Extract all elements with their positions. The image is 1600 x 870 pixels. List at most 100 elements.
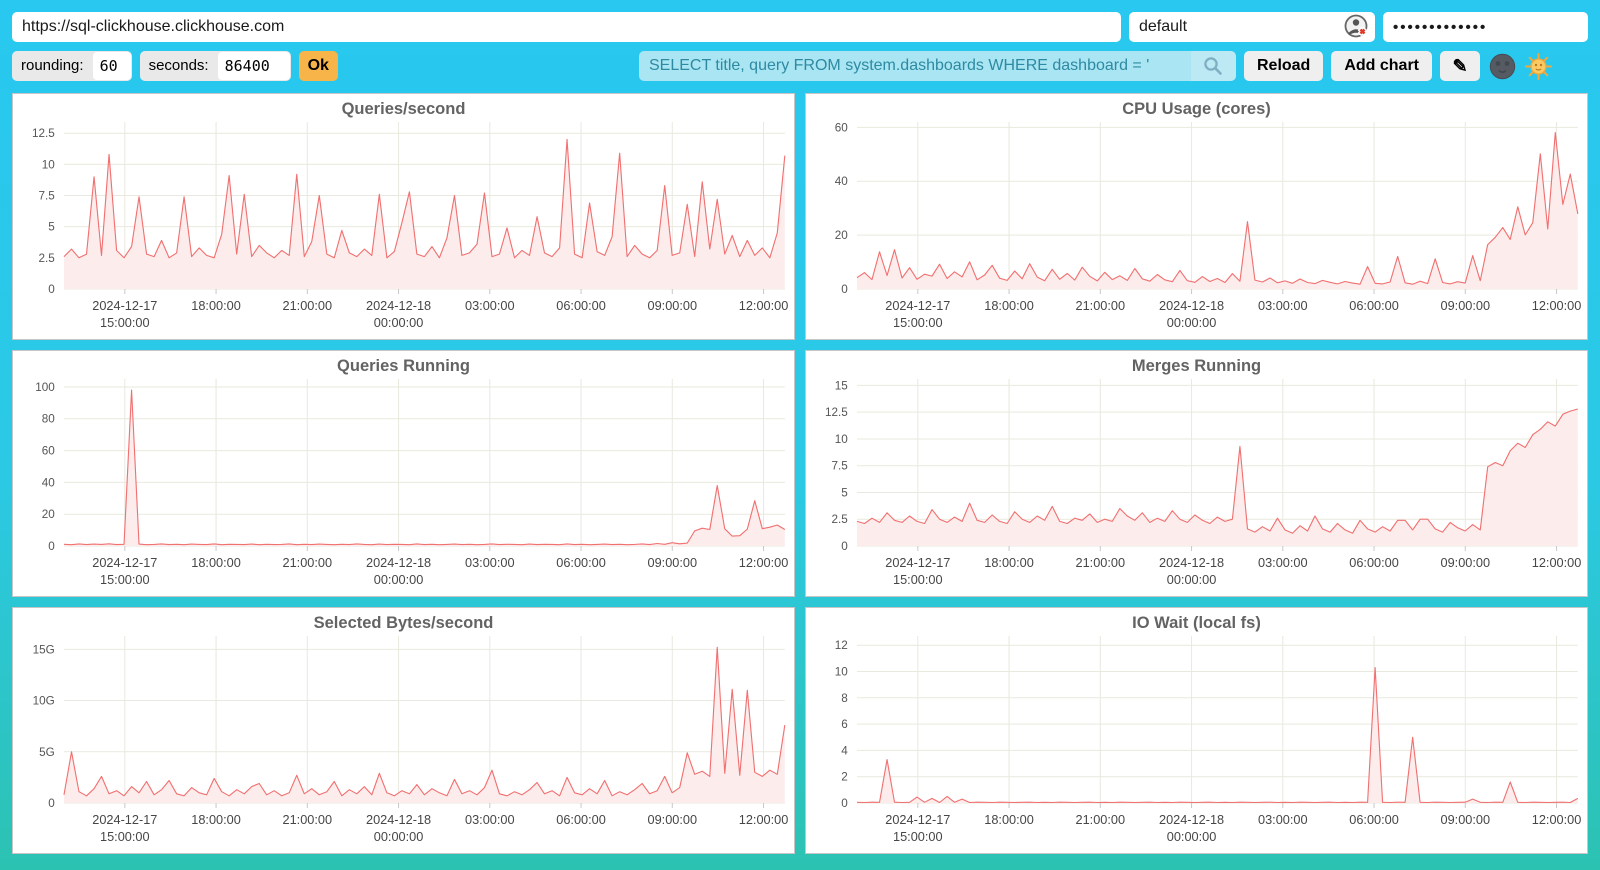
svg-text:2024-12-18: 2024-12-18 [366, 299, 431, 313]
chart-canvas[interactable]: 02.557.51012.52024-12-1715:00:0018:00:00… [13, 94, 794, 339]
svg-text:60: 60 [42, 445, 55, 458]
svg-text:0: 0 [48, 797, 55, 810]
chart-canvas[interactable]: 02.557.51012.5152024-12-1715:00:0018:00:… [806, 351, 1587, 596]
search-icon [1202, 55, 1224, 77]
chart-title: IO Wait (local fs) [806, 614, 1587, 633]
svg-text:7.5: 7.5 [39, 190, 55, 203]
seconds-label: seconds: [140, 51, 217, 81]
svg-text:4: 4 [841, 744, 848, 757]
svg-text:00:00:00: 00:00:00 [374, 573, 424, 587]
svg-text:15G: 15G [33, 643, 55, 656]
svg-text:10: 10 [835, 666, 848, 679]
seconds-field: seconds: [140, 51, 291, 81]
svg-text:15: 15 [835, 380, 848, 393]
svg-text:12: 12 [835, 639, 848, 652]
svg-text:15:00:00: 15:00:00 [893, 830, 943, 844]
server-url-input[interactable] [12, 12, 1121, 42]
svg-text:2024-12-17: 2024-12-17 [92, 813, 157, 827]
username-input[interactable] [1129, 12, 1375, 42]
svg-text:03:00:00: 03:00:00 [1258, 299, 1308, 313]
chart-title: Queries Running [13, 357, 794, 376]
svg-text:6: 6 [841, 718, 848, 731]
password-manager-user-icon[interactable] [1344, 14, 1370, 40]
chart-canvas[interactable]: 02040602024-12-1715:00:0018:00:0021:00:0… [806, 94, 1587, 339]
chart-canvas[interactable]: 0246810122024-12-1715:00:0018:00:0021:00… [806, 608, 1587, 853]
svg-text:20: 20 [835, 229, 848, 242]
svg-text:2024-12-18: 2024-12-18 [1159, 813, 1224, 827]
svg-text:2024-12-18: 2024-12-18 [366, 556, 431, 570]
svg-text:21:00:00: 21:00:00 [1076, 556, 1126, 570]
ok-button[interactable]: Ok [299, 51, 338, 81]
svg-text:03:00:00: 03:00:00 [465, 299, 515, 313]
svg-text:09:00:00: 09:00:00 [1441, 556, 1491, 570]
password-input[interactable] [1383, 12, 1588, 42]
reload-button[interactable]: Reload [1244, 51, 1323, 81]
svg-text:12:00:00: 12:00:00 [1532, 813, 1582, 827]
svg-text:12.5: 12.5 [32, 127, 55, 140]
svg-text:21:00:00: 21:00:00 [283, 813, 333, 827]
svg-text:21:00:00: 21:00:00 [283, 299, 333, 313]
seconds-input[interactable] [218, 52, 290, 80]
svg-text:2024-12-18: 2024-12-18 [1159, 556, 1224, 570]
chart-title: CPU Usage (cores) [806, 100, 1587, 119]
edit-button[interactable]: ✎ [1440, 51, 1480, 81]
chart-io-wait: IO Wait (local fs) 0246810122024-12-1715… [805, 607, 1588, 854]
svg-text:2.5: 2.5 [39, 252, 55, 265]
chart-title: Selected Bytes/second [13, 614, 794, 633]
rounding-input[interactable] [93, 52, 131, 80]
svg-text:10G: 10G [33, 695, 55, 708]
add-chart-button[interactable]: Add chart [1331, 51, 1432, 81]
chart-title: Queries/second [13, 100, 794, 119]
svg-text:100: 100 [35, 381, 55, 394]
svg-text:09:00:00: 09:00:00 [648, 299, 698, 313]
chart-title: Merges Running [806, 357, 1587, 376]
chart-selected-bytes: Selected Bytes/second 05G10G15G2024-12-1… [12, 607, 795, 854]
svg-text:2024-12-17: 2024-12-17 [92, 556, 157, 570]
svg-text:12:00:00: 12:00:00 [739, 556, 789, 570]
svg-text:18:00:00: 18:00:00 [191, 299, 241, 313]
svg-text:12.5: 12.5 [825, 406, 848, 419]
dark-theme-button[interactable] [1488, 51, 1516, 81]
svg-text:15:00:00: 15:00:00 [100, 316, 150, 330]
svg-text:12:00:00: 12:00:00 [739, 299, 789, 313]
svg-text:00:00:00: 00:00:00 [1167, 316, 1217, 330]
svg-text:2024-12-18: 2024-12-18 [366, 813, 431, 827]
dashboard-query-input[interactable] [639, 51, 1191, 81]
chart-queries-per-second: Queries/second 02.557.51012.52024-12-171… [12, 93, 795, 340]
connection-bar [12, 12, 1588, 42]
svg-text:00:00:00: 00:00:00 [374, 316, 424, 330]
svg-text:80: 80 [42, 413, 55, 426]
svg-text:06:00:00: 06:00:00 [556, 299, 606, 313]
svg-text:60: 60 [835, 121, 848, 134]
svg-text:10: 10 [42, 158, 55, 171]
svg-text:06:00:00: 06:00:00 [1349, 813, 1399, 827]
chart-canvas[interactable]: 0204060801002024-12-1715:00:0018:00:0021… [13, 351, 794, 596]
svg-text:0: 0 [841, 540, 848, 553]
svg-text:12:00:00: 12:00:00 [1532, 299, 1582, 313]
svg-text:18:00:00: 18:00:00 [984, 813, 1034, 827]
run-search-button[interactable] [1191, 51, 1236, 81]
user-field-wrap [1129, 12, 1375, 42]
svg-text:2.5: 2.5 [832, 513, 848, 526]
light-theme-button[interactable] [1524, 51, 1552, 81]
svg-text:2024-12-18: 2024-12-18 [1159, 299, 1224, 313]
svg-text:20: 20 [42, 508, 55, 521]
svg-text:06:00:00: 06:00:00 [556, 813, 606, 827]
svg-text:09:00:00: 09:00:00 [1441, 299, 1491, 313]
svg-text:2024-12-17: 2024-12-17 [92, 299, 157, 313]
svg-text:5: 5 [48, 221, 55, 234]
svg-text:8: 8 [841, 692, 848, 705]
svg-text:21:00:00: 21:00:00 [1076, 813, 1126, 827]
svg-text:03:00:00: 03:00:00 [1258, 556, 1308, 570]
chart-cpu-usage: CPU Usage (cores) 02040602024-12-1715:00… [805, 93, 1588, 340]
svg-text:7.5: 7.5 [832, 460, 848, 473]
chart-canvas[interactable]: 05G10G15G2024-12-1715:00:0018:00:0021:00… [13, 608, 794, 853]
svg-text:2024-12-17: 2024-12-17 [885, 556, 950, 570]
svg-text:2024-12-17: 2024-12-17 [885, 813, 950, 827]
svg-text:09:00:00: 09:00:00 [648, 813, 698, 827]
svg-text:2: 2 [841, 771, 848, 784]
svg-text:18:00:00: 18:00:00 [984, 556, 1034, 570]
svg-text:09:00:00: 09:00:00 [1441, 813, 1491, 827]
dashboard-query-group [639, 51, 1236, 81]
svg-text:00:00:00: 00:00:00 [1167, 830, 1217, 844]
